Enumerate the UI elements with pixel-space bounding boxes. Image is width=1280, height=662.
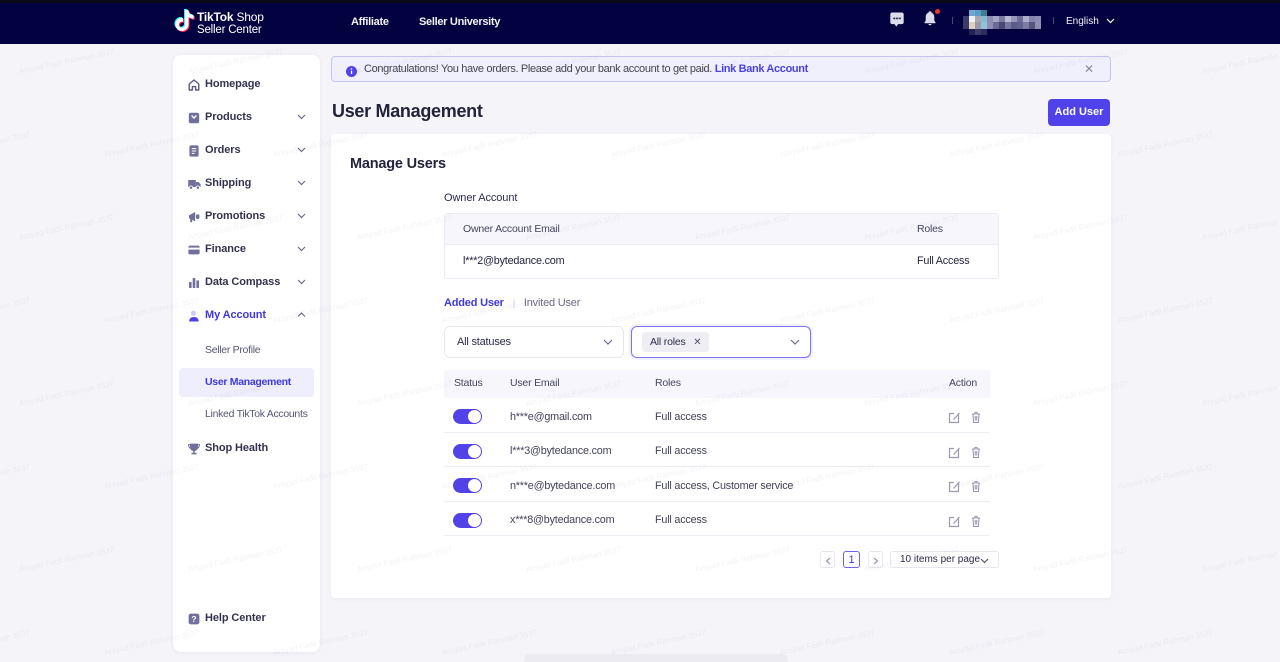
- svg-text:?: ?: [191, 614, 196, 624]
